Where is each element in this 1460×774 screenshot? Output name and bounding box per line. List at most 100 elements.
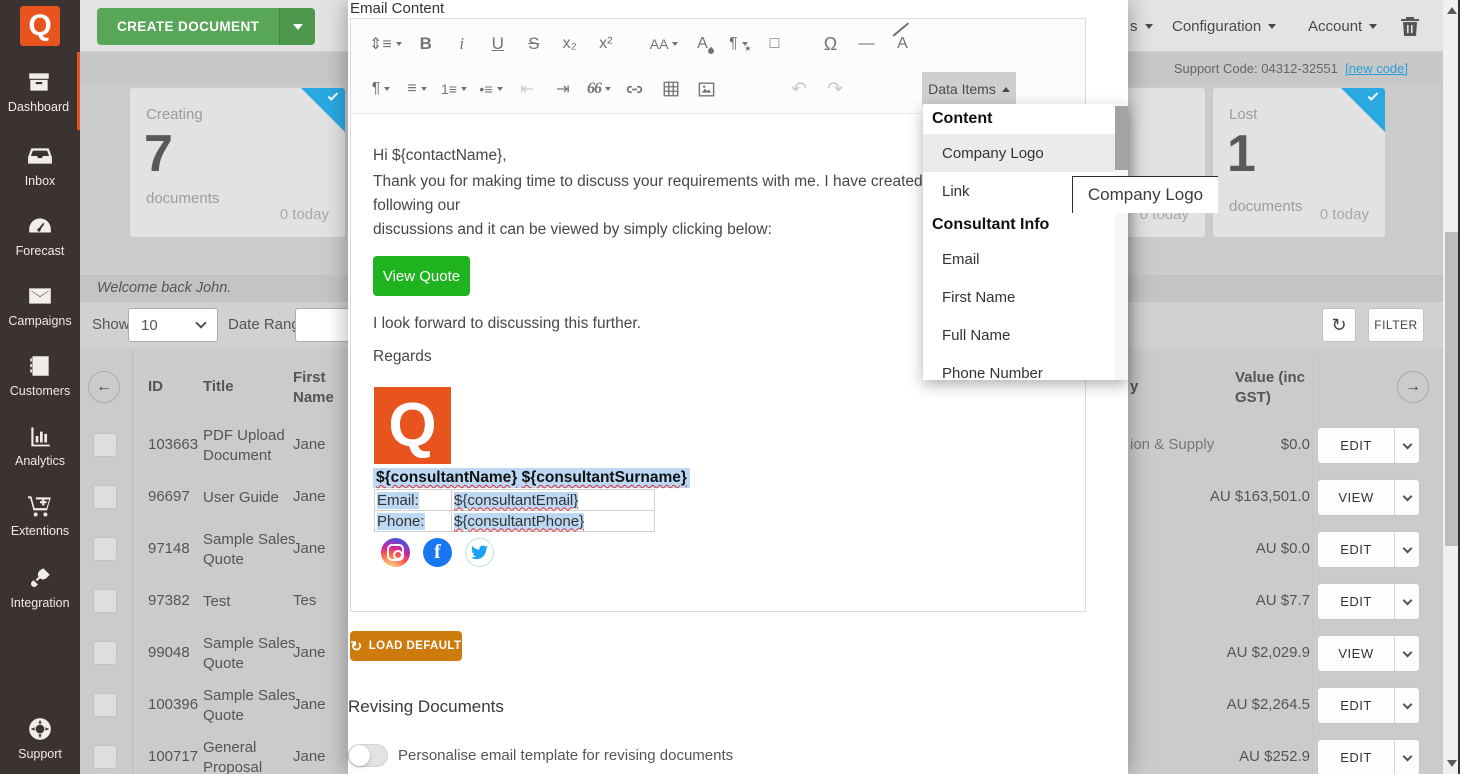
instagram-icon[interactable] [381,538,410,567]
action-caret[interactable] [1394,584,1419,619]
action-caret[interactable] [1394,688,1419,723]
dropdown-scrollbar-thumb[interactable] [1115,106,1128,170]
font-size-button[interactable]: AA [646,29,683,59]
insert-image-button[interactable] [691,74,723,104]
filter-button[interactable]: FILTER [1368,308,1424,342]
strikethrough-button[interactable]: S [518,29,550,59]
scroll-down-arrow[interactable] [1447,760,1457,767]
row-action-button[interactable]: EDIT [1317,687,1420,724]
table-row[interactable]: 103663 PDF Upload Document Jane [80,419,348,471]
table-row[interactable]: 100396 Sample Sales Quote Jane [80,679,348,731]
ordered-list-button[interactable]: 1≡ [437,74,471,104]
nav-account[interactable]: Account [1308,0,1377,52]
load-default-button[interactable]: ↻ LOAD DEFAULT [350,631,462,661]
dropdown-scrollbar[interactable] [1115,104,1128,380]
row-checkbox[interactable] [93,589,117,613]
text-color-button[interactable]: A [686,29,718,59]
row-action-button[interactable]: EDIT [1317,531,1420,568]
col-header-first-name[interactable]: First Name [293,368,347,408]
sidebar-item-inbox[interactable]: Inbox [0,130,80,200]
scroll-up-arrow[interactable] [1447,7,1457,14]
new-code-link[interactable]: [new code] [1345,61,1408,76]
nav-item-partial[interactable]: s [1130,0,1153,52]
tile-lost[interactable]: Lost 1 documents 0 today [1213,88,1385,237]
table-row[interactable]: 97382 Test Tes [80,575,348,627]
clear-formatting-button[interactable]: A [886,29,918,59]
row-checkbox[interactable] [93,485,117,509]
superscript-button[interactable]: x² [590,29,622,59]
sidebar-item-extentions[interactable]: Extentions [0,480,80,550]
app-logo[interactable]: Q [0,0,80,52]
row-action-button[interactable]: EDIT [1317,739,1420,774]
row-action-button[interactable]: EDIT [1317,427,1420,464]
paragraph-format-button[interactable]: ¶ [365,74,397,104]
special-character-button[interactable]: Ω [814,29,846,59]
unordered-list-button[interactable]: •≡ [475,74,507,104]
back-arrow-button[interactable]: ← [88,371,120,403]
nav-configuration[interactable]: Configuration [1172,0,1276,52]
twitter-icon[interactable] [465,538,494,567]
create-document-button[interactable]: CREATE DOCUMENT [97,8,315,45]
redo-button[interactable]: ↷ [819,74,851,104]
row-checkbox[interactable] [93,693,117,717]
insert-table-button[interactable] [655,74,687,104]
dropdown-item-email[interactable]: Email [923,240,1128,278]
sidebar-item-integration[interactable]: Integration [0,550,80,625]
horizontal-rule-button[interactable]: — [850,29,882,59]
dropdown-item-first-name[interactable]: First Name [923,278,1128,316]
dropdown-item-company-logo[interactable]: Company Logo [923,134,1128,172]
row-checkbox[interactable] [93,433,117,457]
data-items-button[interactable]: Data Items [922,72,1016,106]
tile-creating[interactable]: Creating 7 documents 0 today [130,88,345,237]
row-checkbox[interactable] [93,745,117,769]
view-quote-button[interactable]: View Quote [373,256,470,296]
insert-link-button[interactable] [619,74,651,104]
bold-button[interactable]: B [410,29,442,59]
row-action-button[interactable]: VIEW [1317,479,1420,516]
sidebar-item-forecast[interactable]: Forecast [0,200,80,270]
row-checkbox[interactable] [93,537,117,561]
facebook-icon[interactable]: f [423,538,452,567]
personalise-toggle[interactable] [348,744,388,767]
col-header-value[interactable]: Value (inc GST) [1235,368,1311,408]
italic-button[interactable]: i [446,29,478,59]
table-row[interactable]: 100717 General Proposal Jane [80,731,348,774]
action-caret[interactable] [1394,480,1419,515]
action-caret[interactable] [1394,532,1419,567]
table-row[interactable]: 99048 Sample Sales Quote Jane [80,627,348,679]
refresh-button[interactable]: ↻ [1322,308,1356,342]
fullscreen-button[interactable]: □ [758,29,790,59]
table-row[interactable]: 96697 User Guide Jane [80,471,348,523]
underline-button[interactable]: U [482,29,514,59]
subscript-button[interactable]: x₂ [554,29,586,59]
window-scrollbar[interactable] [1443,0,1460,774]
col-header-title[interactable]: Title [203,378,234,395]
action-caret[interactable] [1394,636,1419,671]
scrollbar-thumb[interactable] [1445,232,1458,546]
sidebar-item-analytics[interactable]: Analytics [0,410,80,480]
indent-button[interactable]: ⇥ [547,74,579,104]
trash-icon[interactable] [1400,0,1420,52]
row-action-button[interactable]: VIEW [1317,635,1420,672]
row-action-button[interactable]: EDIT [1317,583,1420,620]
col-header-id[interactable]: ID [148,378,163,395]
dropdown-item-full-name[interactable]: Full Name [923,316,1128,354]
action-caret[interactable] [1394,428,1419,463]
sidebar-item-support[interactable]: Support [0,705,80,771]
align-button[interactable]: ≡ [401,74,433,104]
sidebar-item-customers[interactable]: Customers [0,340,80,410]
show-select[interactable]: 10 [128,308,218,342]
sidebar-item-dashboard[interactable]: Dashboard [0,52,80,130]
sidebar-item-campaigns[interactable]: Campaigns [0,270,80,340]
paragraph-style-button[interactable]: ¶ [722,29,754,59]
action-caret[interactable] [1394,740,1419,774]
blockquote-button[interactable]: 66 [583,74,615,104]
table-row[interactable]: 97148 Sample Sales Quote Jane [80,523,348,575]
create-document-caret[interactable] [279,8,315,45]
undo-button[interactable]: ↶ [783,74,815,104]
line-height-button[interactable]: ⇕≡ [365,29,406,59]
company-logo-image[interactable]: Q [374,387,451,464]
row-checkbox[interactable] [93,641,117,665]
outdent-button[interactable]: ⇤ [511,74,543,104]
dropdown-item-phone-number[interactable]: Phone Number [923,354,1128,380]
